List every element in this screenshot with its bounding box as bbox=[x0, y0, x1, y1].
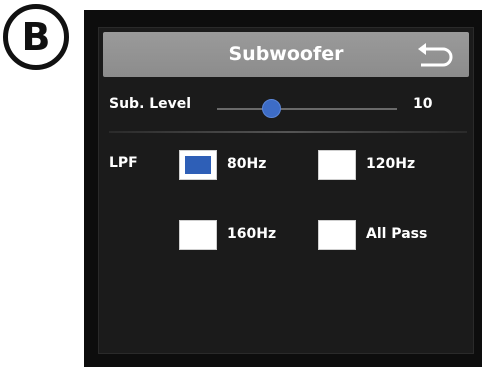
badge-letter: B bbox=[21, 15, 51, 59]
lpf-option-label: 80Hz bbox=[227, 156, 267, 172]
lpf-checkbox-120hz[interactable] bbox=[318, 150, 356, 180]
lpf-option-label: 120Hz bbox=[366, 156, 416, 172]
section-badge: B bbox=[3, 4, 69, 70]
lpf-option-label: 160Hz bbox=[227, 226, 277, 242]
title-bar: Subwoofer bbox=[103, 32, 469, 77]
sub-level-value: 10 bbox=[413, 96, 433, 112]
lpf-option-label: All Pass bbox=[366, 226, 428, 242]
sub-level-slider-track[interactable] bbox=[217, 108, 397, 110]
lpf-checkbox-all-pass[interactable] bbox=[318, 220, 356, 250]
subwoofer-screen: Subwoofer Sub. Level 10 LPF 80Hz 120Hz 1… bbox=[98, 27, 474, 354]
divider bbox=[109, 131, 467, 133]
lpf-label: LPF bbox=[109, 155, 138, 171]
sub-level-slider-thumb[interactable] bbox=[261, 99, 281, 118]
checkbox-fill bbox=[185, 156, 211, 174]
lpf-checkbox-80hz[interactable] bbox=[179, 150, 217, 180]
return-arrow-icon[interactable] bbox=[415, 41, 455, 69]
lpf-checkbox-160hz[interactable] bbox=[179, 220, 217, 250]
sub-level-label: Sub. Level bbox=[109, 96, 192, 112]
